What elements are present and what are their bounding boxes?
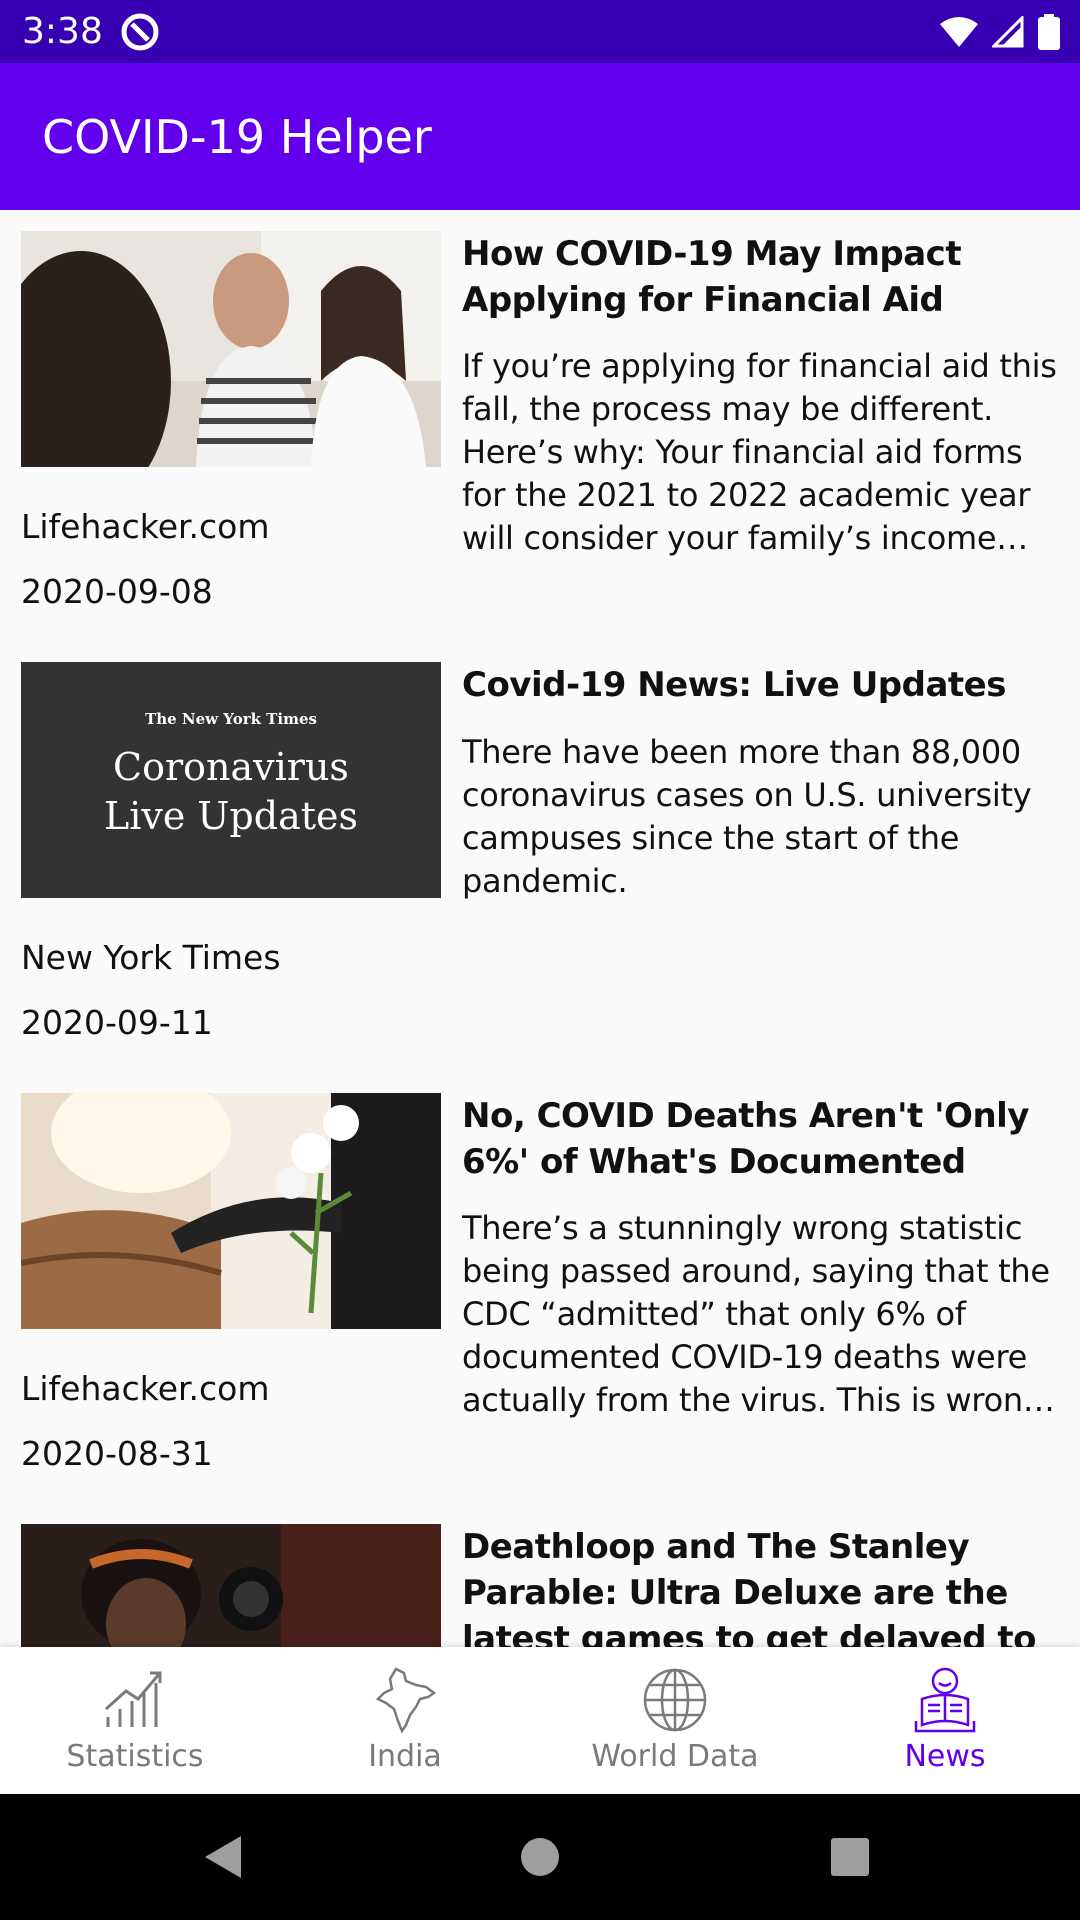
article-title[interactable]: Deathloop and The Stanley Parable: Ultra…	[462, 1524, 1062, 1647]
nav-india[interactable]: India	[270, 1647, 540, 1794]
article-source: Lifehacker.com	[21, 1369, 270, 1408]
status-time: 3:38	[22, 11, 103, 52]
home-icon[interactable]	[520, 1837, 560, 1877]
article-description: There have been more than 88,000 coronav…	[462, 733, 1032, 900]
article-image	[21, 1524, 441, 1647]
article-source: New York Times	[21, 938, 281, 977]
globe-icon	[643, 1668, 707, 1732]
news-card[interactable]: How COVID-19 May Impact Applying for Fin…	[0, 210, 1080, 641]
image-headline-line1: Coronavirus	[113, 745, 349, 789]
nav-statistics[interactable]: Statistics	[0, 1647, 270, 1794]
india-map-icon	[375, 1667, 437, 1734]
bottom-navigation: Statistics India World Data News	[0, 1647, 1080, 1794]
article-title[interactable]: No, COVID Deaths Aren't 'Only 6%' of Wha…	[462, 1093, 1062, 1185]
article-image	[21, 1093, 441, 1329]
nav-world-data[interactable]: World Data	[540, 1647, 810, 1794]
news-card[interactable]: The New York Times Coronavirus Live Upda…	[0, 641, 1080, 1072]
nav-label: World Data	[591, 1739, 759, 1774]
article-date: 2020-09-11	[21, 1003, 213, 1042]
nav-news[interactable]: News	[810, 1647, 1080, 1794]
image-masthead: The New York Times	[145, 710, 317, 728]
nav-label: News	[904, 1739, 986, 1774]
article-image: The New York Times Coronavirus Live Upda…	[21, 662, 441, 898]
system-navigation-bar	[0, 1794, 1080, 1920]
cell-signal-icon	[992, 16, 1024, 48]
article-title[interactable]: How COVID-19 May Impact Applying for Fin…	[462, 231, 1062, 323]
article-image	[21, 231, 441, 467]
wifi-icon	[940, 17, 978, 47]
article-date: 2020-09-08	[21, 572, 213, 611]
app-bar: COVID-19 Helper	[0, 63, 1080, 210]
image-headline-line2: Live Updates	[104, 794, 358, 838]
nav-label: India	[368, 1739, 442, 1774]
app-notification-icon	[121, 13, 159, 51]
recents-icon[interactable]	[830, 1837, 870, 1877]
article-description: There’s a stunningly wrong statistic bei…	[462, 1209, 1053, 1419]
news-card[interactable]: Deathloop and The Stanley Parable: Ultra…	[0, 1503, 1080, 1647]
app-title: COVID-19 Helper	[42, 110, 432, 164]
news-card[interactable]: No, COVID Deaths Aren't 'Only 6%' of Wha…	[0, 1072, 1080, 1503]
article-date: 2020-08-31	[21, 1434, 213, 1473]
article-source: Lifehacker.com	[21, 507, 270, 546]
battery-icon	[1038, 14, 1060, 50]
news-list[interactable]: How COVID-19 May Impact Applying for Fin…	[0, 210, 1080, 1647]
news-reader-icon	[914, 1667, 976, 1733]
article-description: If you’re applying for financial aid thi…	[462, 347, 1057, 557]
bar-chart-icon	[104, 1671, 162, 1727]
back-icon[interactable]	[203, 1834, 243, 1880]
nav-label: Statistics	[66, 1739, 204, 1774]
status-bar: 3:38	[0, 0, 1080, 63]
article-title[interactable]: Covid-19 News: Live Updates	[462, 662, 1062, 708]
